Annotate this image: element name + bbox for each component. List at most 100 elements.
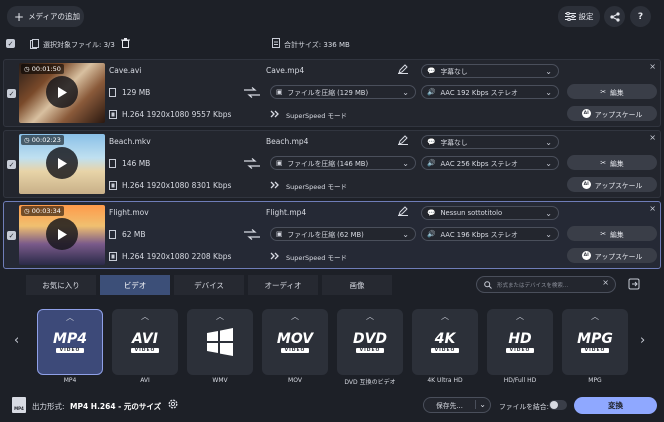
subtitle-label: 字幕なし xyxy=(440,68,468,76)
video-thumbnail[interactable]: ◷ 00:01:50 xyxy=(19,63,105,123)
settings-button[interactable]: 設定 xyxy=(558,6,600,27)
format-tile-avi[interactable]: ︿ AVI VIDEO xyxy=(112,309,178,375)
film-icon xyxy=(109,110,117,119)
edit-button[interactable]: ✂ 編集 xyxy=(567,84,657,99)
upscale-button[interactable]: AI アップスケール xyxy=(567,177,657,192)
clear-search-icon[interactable]: × xyxy=(602,278,609,287)
video-thumbnail[interactable]: ◷ 00:02:23 xyxy=(19,134,105,194)
rename-pencil-icon[interactable] xyxy=(398,64,408,74)
scroll-right-arrow[interactable]: › xyxy=(640,333,645,348)
save-to-button[interactable]: 保存先... ⌄ xyxy=(423,397,491,413)
format-tile-mp4[interactable]: ︿ MP4 VIDEO xyxy=(37,309,103,375)
save-to-label: 保存先... xyxy=(436,402,463,410)
output-format-label: 出力形式: xyxy=(32,402,65,411)
compress-dropdown[interactable]: ▣ ファイルを圧縮 (62 MB) ⌄ xyxy=(270,227,416,241)
help-button[interactable]: ? xyxy=(630,6,651,27)
compress-dropdown[interactable]: ▣ ファイルを圧縮 (146 MB) ⌄ xyxy=(270,156,416,170)
chevron-down-icon: ⌄ xyxy=(545,88,552,97)
rename-pencil-icon[interactable] xyxy=(398,206,408,216)
file-checkbox[interactable]: ✓ xyxy=(7,89,16,98)
windows-logo-icon xyxy=(207,328,233,356)
film-icon xyxy=(109,181,117,190)
add-media-button[interactable]: + メディアの追加 xyxy=(7,6,84,27)
audio-dropdown[interactable]: 🔊 AAC 256 Kbps ステレオ ⌄ xyxy=(421,156,559,170)
superspeed-label: SuperSpeed モード xyxy=(286,183,347,191)
output-file-name: Beach.mp4 xyxy=(266,137,309,146)
file-row[interactable]: ✓ ◷ 00:01:50 Cave.avi 129 MB H.264 1920x… xyxy=(3,59,661,127)
tab-devices[interactable]: デバイス xyxy=(174,275,244,295)
file-checkbox[interactable]: ✓ xyxy=(7,231,16,240)
edit-button[interactable]: ✂ 編集 xyxy=(567,155,657,170)
sliders-icon xyxy=(564,12,576,21)
output-file-name: Cave.mp4 xyxy=(266,66,305,75)
import-format-icon[interactable] xyxy=(628,278,640,290)
compress-label: ファイルを圧縮 (129 MB) xyxy=(287,89,369,97)
upscale-label: アップスケール xyxy=(594,110,643,119)
ai-icon: AI xyxy=(581,180,591,189)
audio-dropdown[interactable]: 🔊 AAC 192 Kbps ステレオ ⌄ xyxy=(421,85,559,99)
select-all-checkbox[interactable]: ✓ xyxy=(6,39,15,48)
chevron-down-icon: ⌄ xyxy=(402,88,409,97)
remove-file-icon[interactable]: × xyxy=(649,62,656,71)
scroll-left-arrow[interactable]: ‹ xyxy=(14,333,19,348)
duration-text: 00:03:34 xyxy=(31,207,61,215)
chevron-down-icon: ⌄ xyxy=(545,209,552,218)
settings-label: 設定 xyxy=(578,12,594,21)
remove-file-icon[interactable]: × xyxy=(649,133,656,142)
output-format-value: MP4 H.264 - 元のサイズ xyxy=(70,402,162,411)
convert-button[interactable]: 変換 xyxy=(574,397,657,414)
file-row[interactable]: ✓ ◷ 00:02:23 Beach.mkv 146 MB H.264 1920… xyxy=(3,130,661,198)
merge-files-toggle[interactable] xyxy=(549,400,567,410)
share-button[interactable] xyxy=(604,6,625,27)
format-sub-badge: VIDEO xyxy=(505,347,535,353)
format-tile-hd-full-hd[interactable]: ︿ HD VIDEO xyxy=(487,309,553,375)
tab-images[interactable]: 画像 xyxy=(322,275,392,295)
file-row[interactable]: ✓ ◷ 00:03:34 Flight.mov 62 MB H.264 1920… xyxy=(3,201,661,269)
ai-icon: AI xyxy=(581,109,591,118)
tab-audio[interactable]: オーディオ xyxy=(248,275,318,295)
subtitle-dropdown[interactable]: 💬 字幕なし ⌄ xyxy=(421,64,559,78)
trash-icon[interactable] xyxy=(121,38,130,48)
format-tile-label: WMV xyxy=(212,377,228,384)
play-button[interactable] xyxy=(46,218,78,250)
tab-video[interactable]: ビデオ xyxy=(100,275,170,295)
format-search-box[interactable]: 形式またはデバイスを検索... × xyxy=(476,276,616,293)
file-checkbox[interactable]: ✓ xyxy=(7,160,16,169)
chevron-down-icon: ⌄ xyxy=(402,230,409,239)
output-format-badge: MP4 xyxy=(12,397,26,413)
upscale-label: アップスケール xyxy=(594,181,643,190)
upscale-button[interactable]: AI アップスケール xyxy=(567,248,657,263)
compress-icon: ▣ xyxy=(276,230,283,238)
speaker-icon: 🔊 xyxy=(427,230,436,238)
chevron-down-icon: ⌄ xyxy=(475,400,486,409)
format-tile-mov[interactable]: ︿ MOV VIDEO xyxy=(262,309,328,375)
share-icon xyxy=(609,11,620,22)
upscale-button[interactable]: AI アップスケール xyxy=(567,106,657,121)
compress-icon: ▣ xyxy=(276,159,283,167)
chevron-down-icon: ⌄ xyxy=(545,138,552,147)
subtitle-dropdown[interactable]: 💬 Nessun sottotitolo ⌄ xyxy=(421,206,559,220)
format-tile-dvd-[interactable]: ︿ DVD VIDEO xyxy=(337,309,403,375)
chevron-up-icon: ︿ xyxy=(141,312,149,321)
play-button[interactable] xyxy=(46,76,78,108)
duration-text: 00:01:50 xyxy=(31,65,61,73)
tab-favorites[interactable]: お気に入り xyxy=(26,275,96,295)
audio-label: AAC 256 Kbps ステレオ xyxy=(440,160,518,168)
audio-dropdown[interactable]: 🔊 AAC 196 Kbps ステレオ ⌄ xyxy=(421,227,559,241)
convert-arrow-icon xyxy=(244,87,260,98)
rename-pencil-icon[interactable] xyxy=(398,135,408,145)
scissors-icon: ✂ xyxy=(600,158,607,167)
subtitle-dropdown[interactable]: 💬 字幕なし ⌄ xyxy=(421,135,559,149)
compress-dropdown[interactable]: ▣ ファイルを圧縮 (129 MB) ⌄ xyxy=(270,85,416,99)
chevron-down-icon: ⌄ xyxy=(402,159,409,168)
remove-file-icon[interactable]: × xyxy=(649,204,656,213)
format-tile-mpg[interactable]: ︿ MPG VIDEO xyxy=(562,309,628,375)
edit-button[interactable]: ✂ 編集 xyxy=(567,226,657,241)
source-codec-info: H.264 1920x1080 2208 Kbps xyxy=(122,252,232,261)
video-thumbnail[interactable]: ◷ 00:03:34 xyxy=(19,205,105,265)
format-tile-4k-ultra-hd[interactable]: ︿ 4K VIDEO xyxy=(412,309,478,375)
edit-label: 編集 xyxy=(610,159,624,168)
format-tile-wmv[interactable]: ︿ xyxy=(187,309,253,375)
play-button[interactable] xyxy=(46,147,78,179)
output-settings-gear-icon[interactable] xyxy=(167,398,179,410)
